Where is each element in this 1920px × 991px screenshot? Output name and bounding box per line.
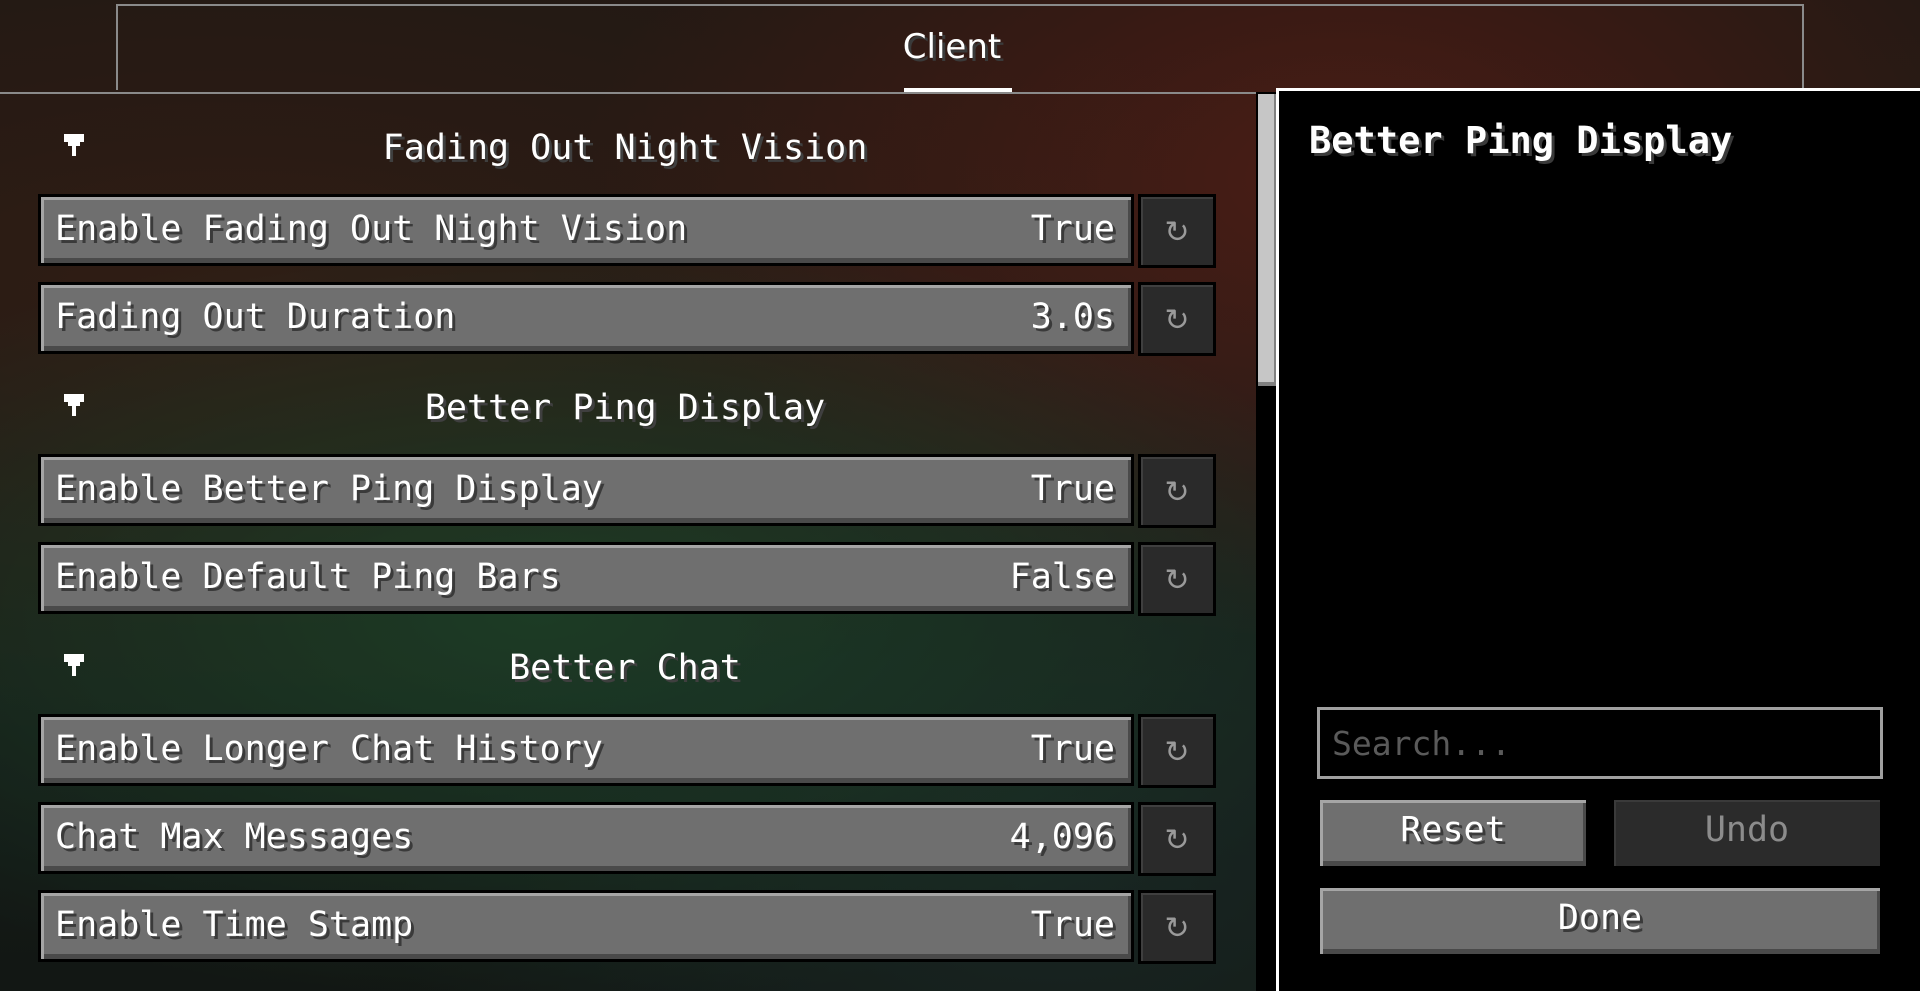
option-value: 4,096 xyxy=(1009,817,1115,857)
option-row: Enable Fading Out Night Vision True ↻ xyxy=(38,194,1216,272)
done-button[interactable]: Done xyxy=(1317,885,1883,957)
option-row: Chat Max Messages 4,096 ↻ xyxy=(38,802,1216,880)
option-value: True xyxy=(1030,905,1115,945)
section-header-fading-out-night-vision[interactable]: Fading Out Night Vision xyxy=(0,122,1256,182)
option-row: Enable Better Ping Display True ↻ xyxy=(38,454,1216,532)
undo-button[interactable]: Undo xyxy=(1611,797,1883,869)
option-label: Enable Time Stamp xyxy=(55,905,414,945)
option-value: True xyxy=(1030,469,1115,509)
reset-icon: ↻ xyxy=(1164,735,1190,770)
option-value: True xyxy=(1030,729,1115,769)
reset-default-button[interactable]: ↻ xyxy=(1138,194,1216,268)
reset-default-button[interactable]: ↻ xyxy=(1138,454,1216,528)
tab-client[interactable]: Client xyxy=(890,20,1014,90)
option-value: False xyxy=(1009,557,1115,597)
option-toggle-button[interactable]: Enable Fading Out Night Vision True xyxy=(38,194,1134,266)
scrollbar-thumb[interactable] xyxy=(1258,94,1278,386)
config-list: Fading Out Night Vision Enable Fading Ou… xyxy=(0,92,1256,991)
reset-icon: ↻ xyxy=(1164,823,1190,858)
reset-default-button[interactable]: ↻ xyxy=(1138,802,1216,876)
side-panel: Better Ping Display Reset Undo Done xyxy=(1276,88,1920,991)
option-toggle-button[interactable]: Enable Longer Chat History True xyxy=(38,714,1134,786)
reset-icon: ↻ xyxy=(1164,215,1190,250)
option-row: Enable Time Stamp True ↻ xyxy=(38,890,1216,968)
reset-default-button[interactable]: ↻ xyxy=(1138,714,1216,788)
option-label: Chat Max Messages xyxy=(55,817,414,857)
section-title: Fading Out Night Vision xyxy=(382,128,868,168)
reset-default-button[interactable]: ↻ xyxy=(1138,282,1216,356)
option-label: Fading Out Duration xyxy=(55,297,456,337)
option-row: Enable Default Ping Bars False ↻ xyxy=(38,542,1216,620)
option-number-field[interactable]: Chat Max Messages 4,096 xyxy=(38,802,1134,874)
option-label: Enable Longer Chat History xyxy=(55,729,603,769)
option-slider-button[interactable]: Fading Out Duration 3.0s xyxy=(38,282,1134,354)
reset-icon: ↻ xyxy=(1164,303,1190,338)
reset-button[interactable]: Reset xyxy=(1317,797,1589,869)
reset-default-button[interactable]: ↻ xyxy=(1138,890,1216,964)
option-toggle-button[interactable]: Enable Time Stamp True xyxy=(38,890,1134,962)
tab-bar: Client xyxy=(0,0,1920,94)
reset-icon: ↻ xyxy=(1164,563,1190,598)
section-header-better-ping-display[interactable]: Better Ping Display xyxy=(0,382,1256,442)
option-row: Enable Longer Chat History True ↻ xyxy=(38,714,1216,792)
option-label: Enable Better Ping Display xyxy=(55,469,603,509)
reset-default-button[interactable]: ↻ xyxy=(1138,542,1216,616)
option-toggle-button[interactable]: Enable Default Ping Bars False xyxy=(38,542,1134,614)
option-row: Fading Out Duration 3.0s ↻ xyxy=(38,282,1216,360)
search-input[interactable] xyxy=(1317,707,1883,779)
option-toggle-button[interactable]: Enable Better Ping Display True xyxy=(38,454,1134,526)
option-label: Enable Default Ping Bars xyxy=(55,557,561,597)
option-value: True xyxy=(1030,209,1115,249)
reset-icon: ↻ xyxy=(1164,475,1190,510)
section-title: Better Chat xyxy=(509,648,741,688)
reset-icon: ↻ xyxy=(1164,911,1190,946)
section-header-better-chat[interactable]: Better Chat xyxy=(0,642,1256,702)
panel-title: Better Ping Display xyxy=(1309,119,1733,162)
section-title: Better Ping Display xyxy=(424,388,826,428)
option-value: 3.0s xyxy=(1030,297,1115,337)
option-label: Enable Fading Out Night Vision xyxy=(55,209,688,249)
